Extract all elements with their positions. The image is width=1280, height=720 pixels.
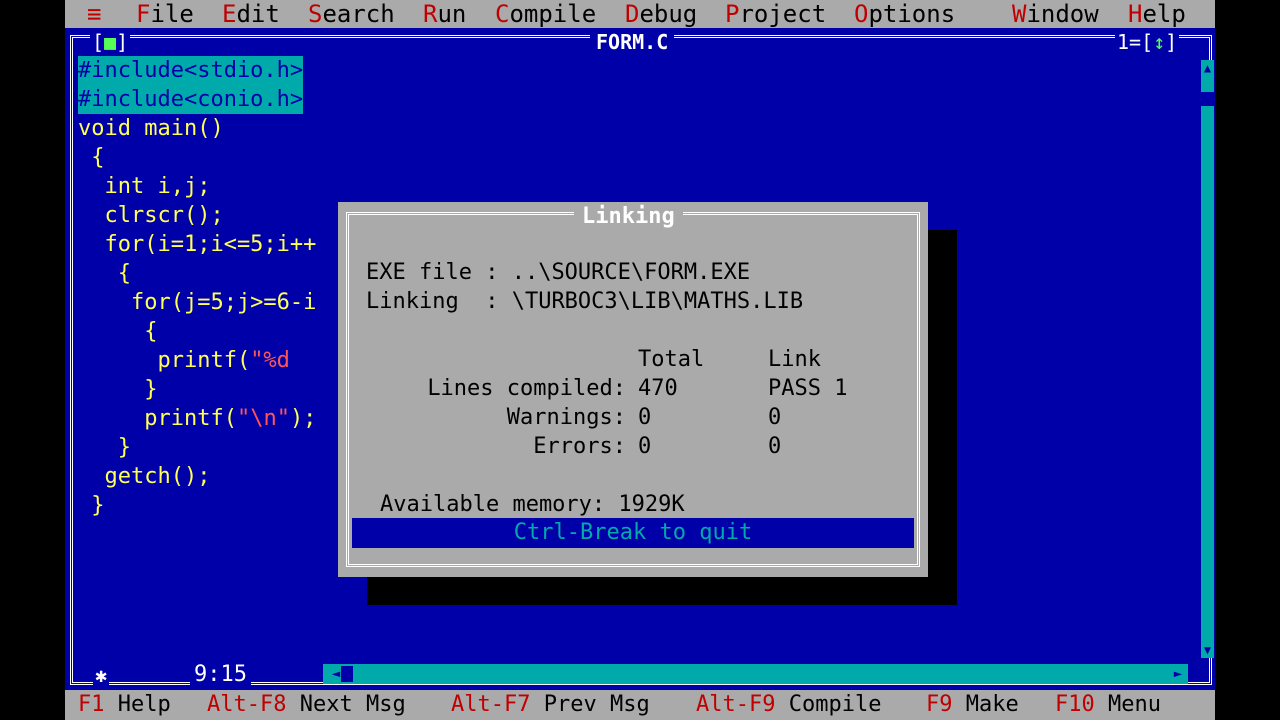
column-link-header: Link [768,347,821,372]
code-line[interactable]: { [78,259,131,288]
close-window-button[interactable]: [■] [90,30,131,54]
code-line[interactable]: clrscr(); [78,201,223,230]
vertical-scrollbar[interactable]: ▲ ▼ [1201,60,1214,658]
errors-label: Errors: [533,434,626,459]
available-memory: Available memory: 1929K [380,492,685,517]
code-line[interactable]: getch(); [78,462,210,491]
turbo-c-ide: ≡ File Edit Search Run Compile Debug Pro… [65,0,1215,720]
quit-hint: Ctrl-Break to quit [513,520,753,545]
code-line[interactable]: } [78,375,157,404]
scroll-up-icon[interactable]: ▲ [1201,60,1214,76]
code-line[interactable]: printf("\n"); [78,404,316,433]
errors-link: 0 [768,434,782,459]
menu-bar: ≡ File Edit Search Run Compile Debug Pro… [65,0,1215,28]
cursor-position: 9:15 [190,663,251,687]
warnings-link: 0 [768,405,782,430]
menu-window[interactable]: Window [1012,0,1099,28]
errors-total: 0 [638,434,652,459]
menu-search[interactable]: Search [308,0,395,28]
code-line[interactable]: #include<conio.h> [78,85,304,114]
system-menu-icon[interactable]: ≡ [87,0,101,28]
code-line[interactable]: { [78,143,104,172]
code-line[interactable]: } [78,433,131,462]
menu-edit[interactable]: Edit [222,0,280,28]
code-line[interactable]: } [78,491,104,520]
menu-help[interactable]: Help [1128,0,1186,28]
key-f10-menu[interactable]: F10 Menu [1055,690,1161,720]
scroll-right-icon[interactable]: ► [1168,664,1188,684]
linking-dialog: Linking EXE file : ..\SOURCE\FORM.EXE Li… [338,202,928,577]
key-f9-make[interactable]: F9 Make [926,690,1019,720]
key-alt-f7-prev-msg[interactable]: Alt-F7 Prev Msg [451,690,650,720]
quit-bar[interactable]: Ctrl-Break to quit [352,518,914,548]
dialog-title: Linking [574,204,683,230]
lines-compiled-total: 470 [638,376,678,401]
menu-run[interactable]: Run [423,0,466,28]
code-line[interactable]: for(j=5;j>=6-i [78,288,316,317]
lines-compiled-link: PASS 1 [768,376,848,401]
linking-row: Linking : \TURBOC3\LIB\MATHS.LIB [366,289,804,314]
code-line[interactable]: int i,j; [78,172,210,201]
menu-compile[interactable]: Compile [495,0,596,28]
menu-options[interactable]: Options [854,0,955,28]
editor-title: FORM.C [590,31,675,53]
key-f1-help[interactable]: F1 Help [78,690,171,720]
status-bar: F1 Help Alt-F8 Next Msg Alt-F7 Prev Msg … [65,690,1215,720]
code-line[interactable]: { [78,317,157,346]
menu-file[interactable]: File [136,0,194,28]
modified-indicator: ✱ [93,663,110,687]
vertical-scroll-thumb[interactable] [1201,92,1214,106]
code-line[interactable]: void main() [78,114,224,143]
exe-file-row: EXE file : ..\SOURCE\FORM.EXE [366,260,751,285]
lines-compiled-label: Lines compiled: [427,376,626,401]
key-alt-f9-compile[interactable]: Alt-F9 Compile [696,690,881,720]
code-line[interactable]: #include<stdio.h> [78,56,304,85]
scroll-down-icon[interactable]: ▼ [1201,642,1214,658]
warnings-label: Warnings: [506,405,626,430]
column-total-header: Total [638,347,705,372]
close-box-icon[interactable]: ■ [104,30,116,54]
zoom-icon[interactable]: ↕ [1153,30,1165,54]
code-line[interactable]: for(i=1;i<=5;i++ [78,230,316,259]
key-alt-f8-next-msg[interactable]: Alt-F8 Next Msg [207,690,406,720]
menu-project[interactable]: Project [725,0,826,28]
horizontal-scroll-thumb[interactable] [341,666,353,682]
horizontal-scrollbar[interactable]: ◄ ► [323,664,1188,684]
warnings-total: 0 [638,405,652,430]
window-number[interactable]: 1=[↕] [1115,30,1180,54]
code-line[interactable]: printf("%d [78,346,289,375]
menu-debug[interactable]: Debug [625,0,697,28]
